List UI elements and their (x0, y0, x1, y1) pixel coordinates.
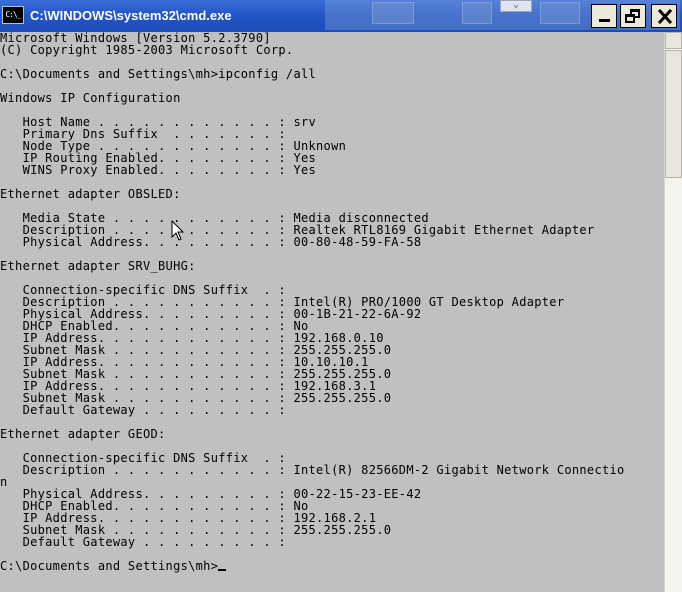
console-line: Default Gateway . . . . . . . . . : (0, 403, 286, 417)
scroll-thumb[interactable] (665, 50, 682, 178)
console-line: WINS Proxy Enabled. . . . . . . . : Yes (0, 163, 317, 177)
background-window-button (462, 2, 492, 24)
vertical-scrollbar[interactable] (664, 32, 682, 592)
cmd-icon[interactable]: C:\_ (2, 6, 24, 24)
console-text: Microsoft Windows [Version 5.2.3790] (C) … (0, 32, 664, 572)
background-window-button (540, 2, 580, 24)
console-line: C:\Documents and Settings\mh>ipconfig /a… (0, 67, 317, 81)
console-line: Windows IP Configuration (0, 91, 181, 105)
console-line: Physical Address. . . . . . . . . : 00-8… (0, 235, 422, 249)
restore-icon-front (625, 14, 635, 23)
console-line: (C) Copyright 1985-2003 Microsoft Corp. (0, 43, 294, 57)
minimize-icon (599, 19, 610, 22)
console-line: Ethernet adapter GEOD: (0, 427, 166, 441)
close-icon (657, 9, 673, 24)
minimize-button[interactable] (591, 4, 617, 28)
command-prompt[interactable]: C:\Documents and Settings\mh> (0, 560, 664, 572)
window-title: C:\WINDOWS\system32\cmd.exe (30, 8, 232, 23)
mouse-pointer-icon (171, 220, 185, 241)
prompt-text: C:\Documents and Settings\mh> (0, 559, 219, 573)
console-line: Ethernet adapter SRV_BUHG: (0, 259, 196, 273)
window-titlebar[interactable]: ⌄ C:\_ C:\WINDOWS\system32\cmd.exe (0, 0, 682, 32)
console-line: Default Gateway . . . . . . . . . : (0, 535, 286, 549)
console-line: Ethernet adapter OBSLED: (0, 187, 181, 201)
console-output[interactable]: Microsoft Windows [Version 5.2.3790] (C) … (0, 32, 664, 592)
close-button[interactable] (651, 4, 677, 28)
chevron-down-icon[interactable]: ⌄ (500, 0, 532, 12)
text-cursor (218, 569, 227, 571)
console-line: Description . . . . . . . . . . . : Inte… (0, 463, 625, 477)
scroll-up-button[interactable] (665, 32, 682, 49)
background-window-button (372, 2, 414, 24)
restore-button[interactable] (620, 4, 646, 28)
